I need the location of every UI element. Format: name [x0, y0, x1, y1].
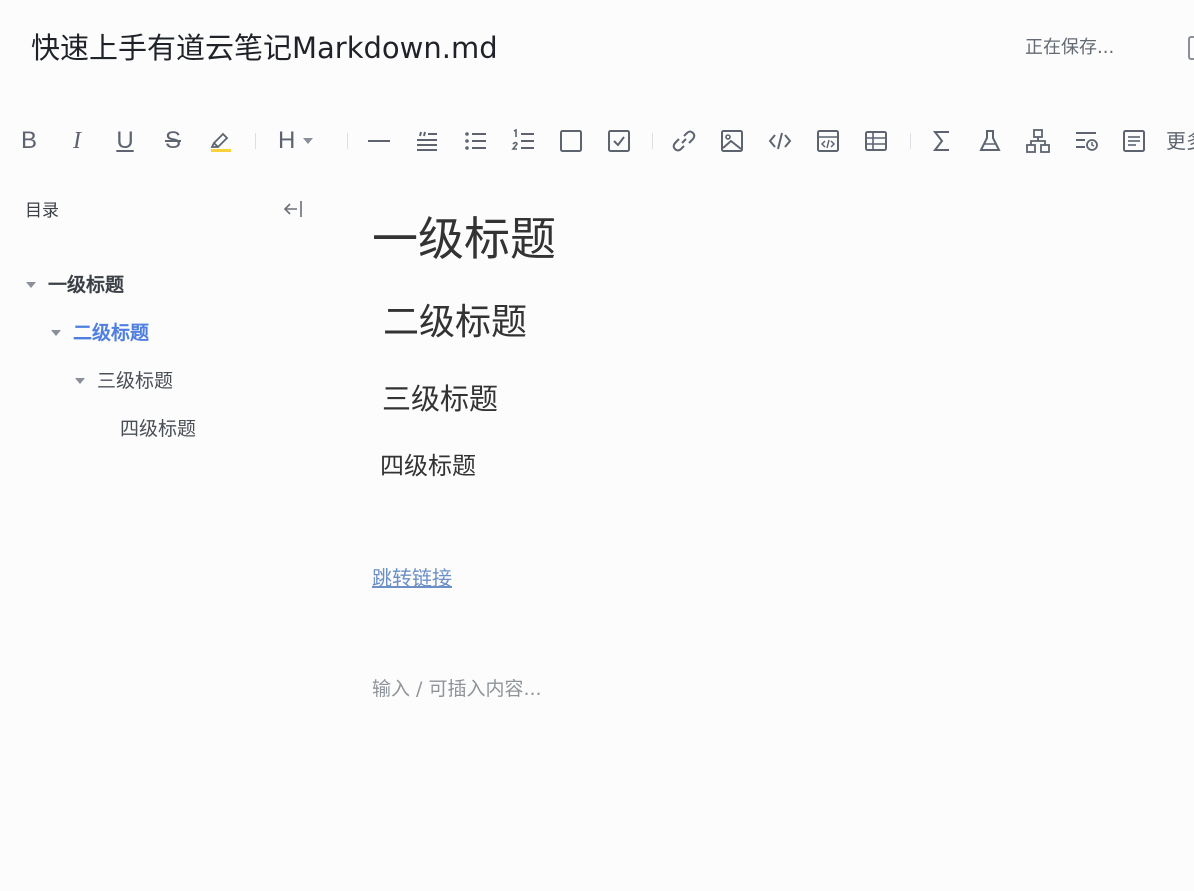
bold-button[interactable]: B [14, 126, 44, 156]
checkbox-empty-icon [560, 130, 582, 152]
strikethrough-icon: S [164, 127, 181, 154]
code-block-button[interactable] [813, 126, 843, 156]
horizontal-rule-icon [368, 140, 390, 142]
toc-item-label: 三级标题 [97, 370, 174, 392]
flask-icon [979, 130, 1001, 151]
code-icon [768, 132, 792, 150]
formatting-toolbar: B I U S H 更 [0, 116, 1194, 166]
quote-icon [417, 131, 437, 151]
jump-link[interactable]: 跳转链接 [372, 564, 452, 592]
toc-title: 目录 [25, 201, 59, 221]
flask-button[interactable] [975, 126, 1005, 156]
toolbar-separator [910, 133, 911, 149]
underline-icon: U [116, 127, 134, 154]
heading-icon: H [278, 127, 296, 154]
sigma-icon [932, 131, 949, 151]
checkbox-button[interactable] [556, 126, 586, 156]
markdown-editor-window: 快速上手有道云笔记Markdown.md 正在保存... B I U S H 更… [0, 0, 1194, 891]
horizontal-rule-button[interactable] [364, 126, 394, 156]
numbered-list-button[interactable] [508, 126, 538, 156]
heading-1[interactable]: 一级标题 [372, 210, 556, 268]
bullet-list-button[interactable] [460, 126, 490, 156]
table-button[interactable] [861, 126, 891, 156]
heading-button[interactable]: H [278, 126, 328, 156]
toc-item-level-2[interactable]: 二级标题 [51, 320, 149, 346]
highlighter-icon [210, 132, 231, 152]
image-button[interactable] [717, 126, 747, 156]
formula-button[interactable] [927, 126, 957, 156]
timeline-button[interactable] [1071, 126, 1101, 156]
toc-item-label: 二级标题 [73, 322, 150, 344]
caret-down-icon[interactable] [51, 330, 61, 336]
strikethrough-button[interactable]: S [158, 126, 188, 156]
document-title[interactable]: 快速上手有道云笔记Markdown.md [31, 28, 498, 68]
checkbox-checked-icon [608, 130, 630, 152]
highlight-button[interactable] [206, 126, 236, 156]
document-button[interactable] [1119, 126, 1149, 156]
chevron-down-icon [303, 138, 314, 144]
bold-icon: B [20, 127, 37, 154]
toc-item-level-3[interactable]: 三级标题 [75, 368, 173, 394]
toolbar-separator [255, 133, 256, 149]
bullet-list-icon [465, 132, 486, 150]
flowchart-button[interactable] [1023, 126, 1053, 156]
task-list-button[interactable] [604, 126, 634, 156]
caret-down-icon[interactable] [26, 282, 36, 288]
table-icon [865, 131, 887, 151]
underline-button[interactable]: U [110, 126, 140, 156]
numbered-list-icon [511, 128, 534, 150]
link-icon [672, 130, 696, 152]
italic-button[interactable]: I [62, 126, 92, 156]
sitemap-icon [1026, 129, 1050, 153]
italic-icon: I [73, 128, 81, 154]
window-edge-icon[interactable] [1188, 36, 1194, 60]
collapse-sidebar-button[interactable] [281, 197, 305, 221]
document-icon [1123, 130, 1145, 152]
editor-input-placeholder[interactable]: 输入 / 可插入内容... [372, 676, 542, 702]
quote-button[interactable] [412, 126, 442, 156]
toc-item-label: 一级标题 [48, 274, 125, 296]
heading-4[interactable]: 四级标题 [380, 450, 476, 482]
toolbar-separator [652, 133, 653, 149]
heading-3[interactable]: 三级标题 [382, 380, 498, 418]
timeline-icon [1076, 132, 1098, 151]
toc-item-label: 四级标题 [120, 418, 197, 440]
code-block-icon [817, 130, 839, 152]
toc-item-level-1[interactable]: 一级标题 [26, 272, 124, 298]
heading-2[interactable]: 二级标题 [383, 300, 527, 346]
save-status: 正在保存... [1025, 37, 1115, 58]
caret-down-icon[interactable] [75, 378, 85, 384]
more-button[interactable]: 更多 [1166, 129, 1194, 153]
code-button[interactable] [765, 126, 795, 156]
image-icon [721, 130, 743, 152]
toc-item-level-4[interactable]: 四级标题 [120, 416, 196, 442]
collapse-left-icon [283, 201, 302, 217]
link-button[interactable] [669, 126, 699, 156]
toolbar-separator [347, 133, 348, 149]
